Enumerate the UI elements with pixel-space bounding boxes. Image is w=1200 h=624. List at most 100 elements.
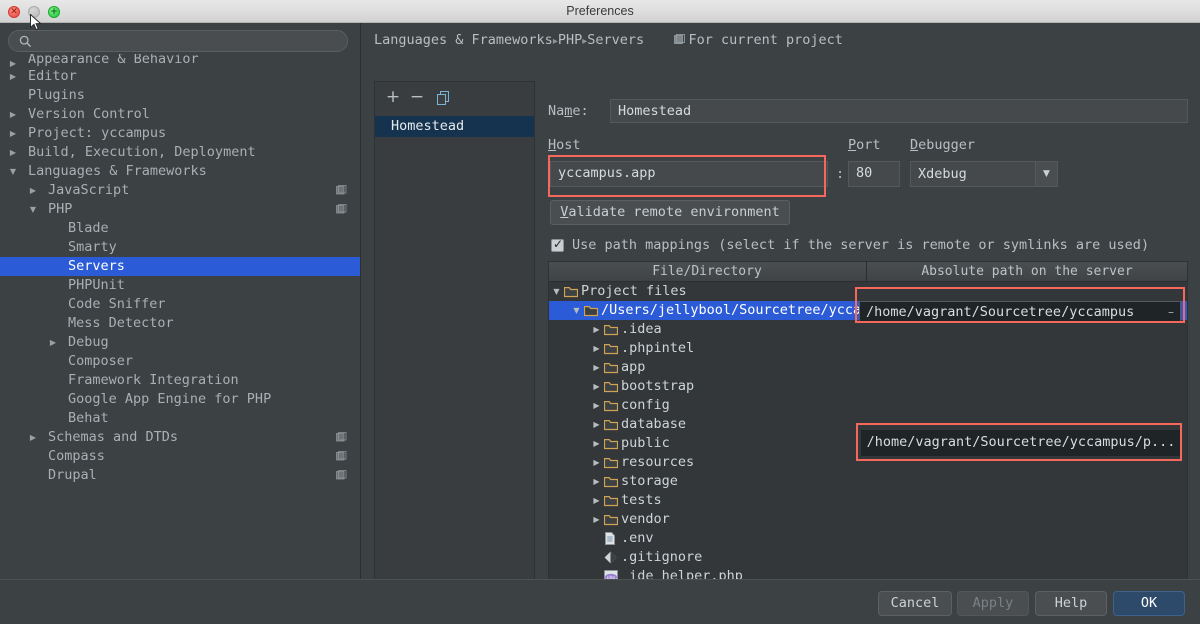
table-cell-file-directory: .env <box>621 529 654 548</box>
column-header-file-directory[interactable]: File/Directory <box>549 262 865 282</box>
chevron-down-icon[interactable]: ▼ <box>28 200 38 219</box>
table-cell-file-directory: app <box>621 358 645 377</box>
table-row[interactable]: ▶storage <box>549 472 1187 491</box>
table-row[interactable]: ▶bootstrap <box>549 377 1187 396</box>
chevron-right-icon[interactable]: ▶ <box>8 54 18 67</box>
chevron-right-icon[interactable]: ▶ <box>8 105 18 124</box>
sidebar-item-php[interactable]: ▼PHP <box>0 200 361 219</box>
chevron-right-icon[interactable]: ▶ <box>591 358 602 377</box>
chevron-down-icon[interactable]: ▼ <box>551 282 562 301</box>
sidebar-item-framework-integration[interactable]: Framework Integration <box>0 371 361 390</box>
sidebar-item-appearance-behavior[interactable]: ▶Appearance & Behavior <box>0 54 361 67</box>
host-field[interactable]: yccampus.app <box>550 161 828 187</box>
sidebar-item-servers[interactable]: Servers <box>0 257 361 276</box>
sidebar-item-code-sniffer[interactable]: Code Sniffer <box>0 295 361 314</box>
chevron-right-icon[interactable]: ▶ <box>591 377 602 396</box>
table-cell-file-directory: database <box>621 415 686 434</box>
sidebar-item-label: Framework Integration <box>68 371 239 390</box>
window-titlebar: ✕ + Preferences <box>0 0 1200 23</box>
add-server-button[interactable]: + <box>383 88 403 108</box>
chevron-right-icon[interactable]: ▶ <box>28 181 38 200</box>
debugger-select[interactable]: Xdebug ▼ <box>910 161 1058 187</box>
chevron-right-icon[interactable]: ▶ <box>591 320 602 339</box>
sidebar-item-build-execution-deployment[interactable]: ▶Build, Execution, Deployment <box>0 143 361 162</box>
chevron-right-icon[interactable]: ▶ <box>591 415 602 434</box>
table-row[interactable]: .gitignore <box>549 548 1187 567</box>
sidebar-item-version-control[interactable]: ▶Version Control <box>0 105 361 124</box>
sidebar-item-composer[interactable]: Composer <box>0 352 361 371</box>
project-scope-label: For current project <box>688 32 842 48</box>
chevron-right-icon[interactable]: ▶ <box>591 339 602 358</box>
sidebar-item-drupal[interactable]: Drupal <box>0 466 361 485</box>
chevron-right-icon[interactable]: ▶ <box>591 453 602 472</box>
copy-server-button[interactable] <box>433 88 453 108</box>
preferences-window: ✕ + Preferences ▶Appearance & Behavior▶E… <box>0 0 1200 624</box>
chevron-right-icon[interactable]: ▶ <box>28 428 38 447</box>
chevron-right-icon[interactable]: ▶ <box>591 510 602 529</box>
chevron-down-icon[interactable]: ▼ <box>8 162 18 181</box>
remove-server-button[interactable]: − <box>407 88 427 108</box>
chevron-right-icon[interactable]: ▶ <box>8 143 18 162</box>
sidebar-item-compass[interactable]: Compass <box>0 447 361 466</box>
cancel-button[interactable]: Cancel <box>878 591 952 616</box>
chevron-down-icon[interactable]: ▼ <box>1035 162 1057 186</box>
table-row[interactable]: ▶tests <box>549 491 1187 510</box>
sidebar-item-google-app-engine-for-php[interactable]: Google App Engine for PHP <box>0 390 361 409</box>
apply-button[interactable]: Apply <box>957 591 1029 616</box>
settings-sidebar: ▶Appearance & Behavior▶EditorPlugins▶Ver… <box>0 23 361 579</box>
server-list-item-homestead[interactable]: Homestead <box>375 116 534 137</box>
table-row[interactable]: .env <box>549 529 1187 548</box>
sidebar-item-label: Debug <box>68 333 109 352</box>
sidebar-item-languages-frameworks[interactable]: ▼Languages & Frameworks <box>0 162 361 181</box>
table-row[interactable]: ▶vendor <box>549 510 1187 529</box>
table-row[interactable]: ▶ app <box>549 358 1187 377</box>
sidebar-item-schemas-and-dtds[interactable]: ▶Schemas and DTDs <box>0 428 361 447</box>
sidebar-item-phpunit[interactable]: PHPUnit <box>0 276 361 295</box>
sidebar-item-smarty[interactable]: Smarty <box>0 238 361 257</box>
folder-icon <box>604 453 618 472</box>
sidebar-item-javascript[interactable]: ▶JavaScript <box>0 181 361 200</box>
validate-remote-environment-button[interactable]: Validate remote environment <box>550 200 790 225</box>
chevron-down-icon[interactable]: ▼ <box>571 301 582 320</box>
table-cell-file-directory: /Users/jellybool/Sourcetree/ycca <box>601 301 861 320</box>
chevron-right-icon[interactable]: ▶ <box>591 434 602 453</box>
chevron-right-icon[interactable]: ▶ <box>591 472 602 491</box>
chevron-right-icon[interactable]: ▶ <box>48 333 58 352</box>
table-row[interactable]: ▼Project files <box>549 282 1187 301</box>
chevron-right-icon[interactable]: ▶ <box>8 67 18 86</box>
mapping-cell-editor[interactable]: /home/vagrant/Sourcetree/yccampus– <box>859 301 1181 323</box>
table-row[interactable]: ▶.phpintel <box>549 339 1187 358</box>
table-row[interactable]: ▶config <box>549 396 1187 415</box>
use-path-mappings-checkbox[interactable] <box>551 239 564 252</box>
sidebar-item-plugins[interactable]: Plugins <box>0 86 361 105</box>
breadcrumb-crumb-1[interactable]: Languages & Frameworks <box>374 32 553 48</box>
table-cell-file-directory: .idea <box>621 320 662 339</box>
sidebar-item-label: Composer <box>68 352 133 371</box>
sidebar-item-label: Servers <box>68 257 125 276</box>
ok-button[interactable]: OK <box>1113 591 1185 616</box>
sidebar-item-editor[interactable]: ▶Editor <box>0 67 361 86</box>
breadcrumb-crumb-2[interactable]: PHP <box>558 32 582 48</box>
breadcrumb-crumb-3[interactable]: Servers <box>587 32 644 48</box>
mapping-cell-public[interactable]: /home/vagrant/Sourcetree/yccampus/p... <box>861 430 1181 456</box>
chevron-right-icon[interactable]: ▶ <box>591 396 602 415</box>
port-field[interactable]: 80 <box>848 161 900 187</box>
sidebar-item-project-yccampus[interactable]: ▶ Project: yccampus <box>0 124 361 143</box>
sidebar-item-debug[interactable]: ▶ Debug <box>0 333 361 352</box>
sidebar-item-mess-detector[interactable]: Mess Detector <box>0 314 361 333</box>
folder-icon <box>604 377 618 396</box>
chevron-right-icon[interactable]: ▶ <box>8 124 18 143</box>
breadcrumb: Languages & Frameworks▸PHP▸Servers For c… <box>374 32 843 48</box>
help-button[interactable]: Help <box>1035 591 1107 616</box>
column-header-absolute-path[interactable]: Absolute path on the server <box>866 262 1187 282</box>
sidebar-item-label: Project: yccampus <box>28 124 166 143</box>
search-input[interactable] <box>8 30 348 52</box>
use-path-mappings-label: Use path mappings (select if the server … <box>572 237 1149 253</box>
mapping-cell-dropdown-icon[interactable]: – <box>1168 302 1174 322</box>
sidebar-item-label: Drupal <box>48 466 97 485</box>
sidebar-item-blade[interactable]: Blade <box>0 219 361 238</box>
chevron-right-icon[interactable]: ▶ <box>591 491 602 510</box>
search-icon <box>19 35 32 48</box>
name-field[interactable]: Homestead <box>610 99 1188 123</box>
sidebar-item-behat[interactable]: Behat <box>0 409 361 428</box>
